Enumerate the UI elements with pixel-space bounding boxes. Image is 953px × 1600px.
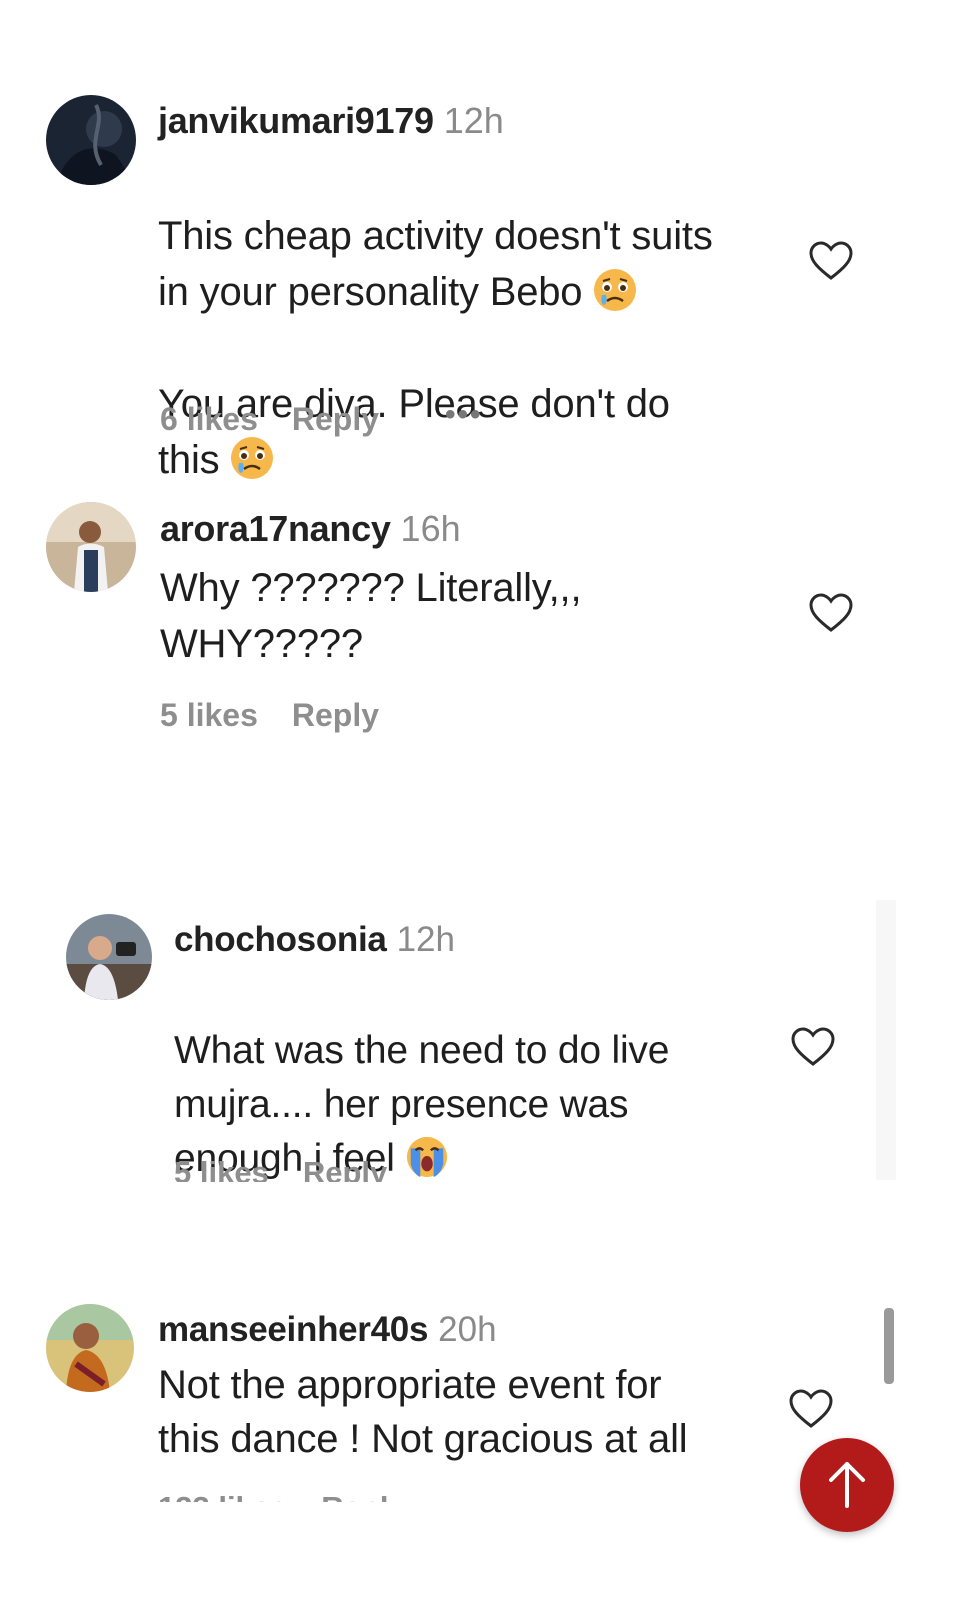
timestamp: 12h <box>396 920 455 959</box>
heart-outline-icon[interactable] <box>788 1388 834 1430</box>
likes-count[interactable]: 5 likes <box>160 699 258 731</box>
timestamp: 20h <box>438 1310 497 1349</box>
comment-actions: 5 likes Reply <box>160 699 379 731</box>
reply-button[interactable]: Reply <box>303 1157 387 1182</box>
likes-count[interactable]: 133 likes <box>158 1492 287 1502</box>
comment-header: manseeinher40s 20h <box>158 1312 497 1347</box>
crying-face-icon <box>229 435 275 481</box>
username[interactable]: manseeinher40s <box>158 1310 428 1349</box>
heart-outline-icon[interactable] <box>808 240 854 282</box>
comment-header: chochosonia 12h <box>174 922 455 957</box>
reply-button[interactable]: Reply <box>292 699 379 731</box>
username[interactable]: janvikumari9179 <box>158 100 434 141</box>
crying-face-icon <box>592 267 638 313</box>
comment-text: Not the appropriate event for this dance… <box>158 1363 688 1461</box>
comment-text: Why ??????? Literally,,, WHY????? <box>160 566 582 666</box>
avatar[interactable] <box>66 914 152 1000</box>
reply-button[interactable]: Reply <box>292 403 379 435</box>
timestamp: 12h <box>443 100 504 141</box>
likes-count[interactable]: 6 likes <box>160 403 258 435</box>
more-options-icon[interactable]: ••• <box>445 400 483 430</box>
avatar[interactable] <box>46 95 136 185</box>
timestamp: 16h <box>400 508 461 549</box>
scrollbar-thumb[interactable] <box>884 1308 894 1384</box>
arrow-up-icon <box>829 1462 865 1508</box>
avatar[interactable] <box>46 1304 134 1392</box>
comment-header: arora17nancy 16h <box>160 511 461 547</box>
comment-header: janvikumari9179 12h <box>158 103 504 139</box>
comment-actions: 6 likes Reply ••• <box>160 400 483 436</box>
heart-outline-icon[interactable] <box>808 592 854 634</box>
reply-button[interactable]: Reply <box>321 1492 405 1502</box>
comment-actions: 5 likes Reply <box>174 1152 434 1182</box>
comment-actions: 133 likes Reply <box>158 1492 418 1502</box>
username[interactable]: arora17nancy <box>160 508 391 549</box>
heart-outline-icon[interactable] <box>790 1026 836 1068</box>
scroll-track <box>876 900 896 1180</box>
comment-text: This cheap activity doesn't suits in you… <box>158 214 713 482</box>
likes-count[interactable]: 5 likes <box>174 1157 269 1182</box>
avatar[interactable] <box>46 502 136 592</box>
username[interactable]: chochosonia <box>174 920 387 959</box>
scroll-to-top-button[interactable] <box>800 1438 894 1532</box>
